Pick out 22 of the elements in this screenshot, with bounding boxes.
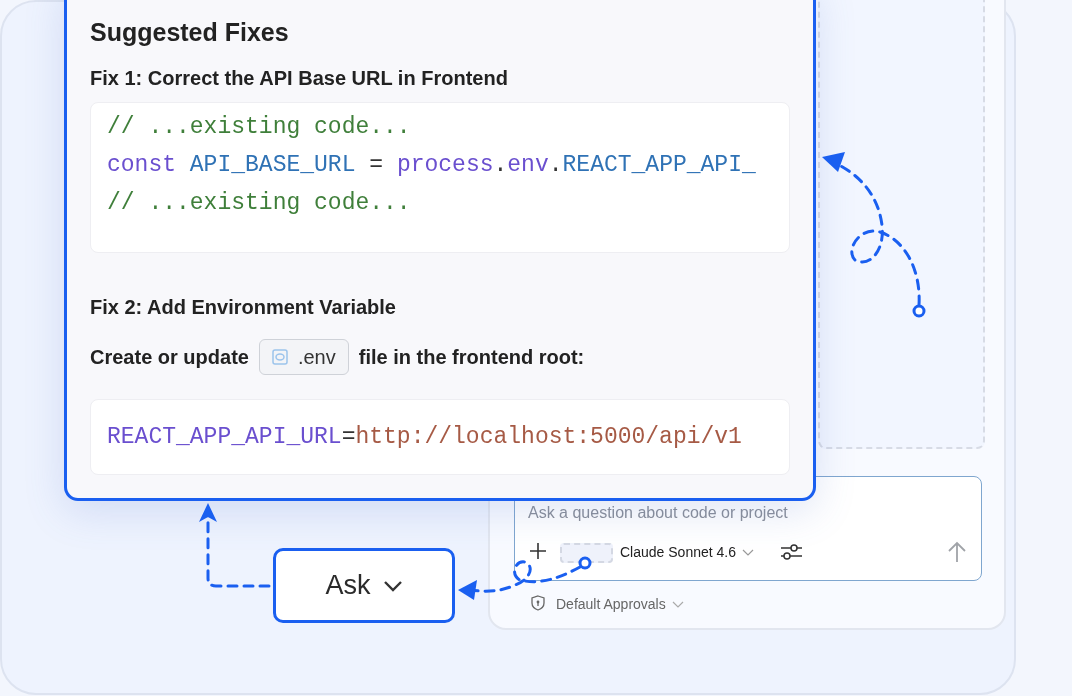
model-selector[interactable]: Claude Sonnet 4.6	[620, 542, 754, 563]
chevron-icon	[382, 579, 403, 592]
code-line: // ...existing code...	[107, 113, 412, 142]
settings-icon[interactable]	[780, 541, 803, 563]
shield-icon	[531, 595, 545, 611]
chevron-icon	[742, 548, 754, 557]
code-line: const API_BASE_URL = process.env.REACT_APP_API_	[107, 151, 757, 180]
context-chip	[560, 543, 613, 563]
code-line: // ...existing code...	[107, 189, 412, 218]
add-icon[interactable]	[528, 541, 548, 561]
fix-heading: Fix 1: Correct the API Base URL in Frontend	[90, 66, 509, 91]
mode-button[interactable]: Ask	[273, 548, 455, 623]
fix-heading: Fix 2: Add Environment Variable	[90, 295, 397, 320]
chevron-icon	[671, 600, 684, 609]
instruction-text: Create or update	[90, 345, 249, 370]
approvals-dropdown[interactable]: Default Approvals	[556, 594, 684, 615]
file-icon	[271, 349, 288, 365]
instruction-text: file in the frontend root:	[358, 345, 585, 370]
file-chip: .env	[258, 339, 349, 375]
card-title: Suggested Fixes	[90, 17, 290, 48]
code-line: REACT_APP_API_URL=http://localhost:5000/api/v1	[107, 423, 742, 452]
question-input[interactable]: Ask a question about code or project	[528, 503, 968, 523]
